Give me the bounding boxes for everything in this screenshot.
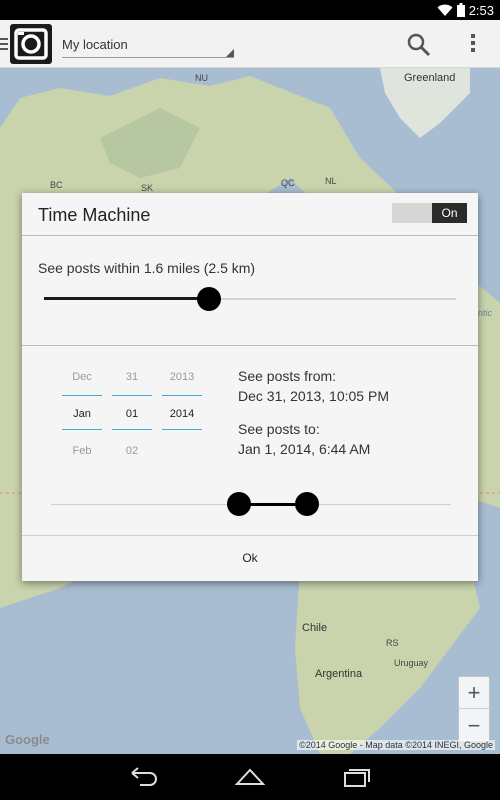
map-label-nl: NL <box>325 176 337 186</box>
dialog-title: Time Machine <box>38 205 151 225</box>
radius-slider-thumb[interactable] <box>196 287 221 311</box>
to-value: Jan 1, 2014, 6:44 AM <box>238 441 371 457</box>
location-spinner[interactable]: My location <box>62 32 234 58</box>
location-label: My location <box>62 37 128 52</box>
time-machine-dialog: Time Machine On See posts within 1.6 mil… <box>22 193 478 581</box>
month-prev[interactable]: Dec <box>62 371 102 383</box>
google-logo: Google <box>5 732 50 747</box>
radius-slider-fill <box>44 297 209 300</box>
home-icon[interactable] <box>234 764 266 790</box>
day-top-line <box>112 395 152 396</box>
year-prev[interactable]: 2013 <box>162 371 202 383</box>
search-icon[interactable] <box>406 32 432 58</box>
status-bar: 2:53 <box>0 0 500 20</box>
radius-divider <box>22 345 478 346</box>
zoom-in-button[interactable]: + <box>459 677 489 709</box>
navigation-bar <box>0 754 500 800</box>
map-label-nu: NU <box>195 73 208 83</box>
status-icons: 2:53 <box>437 0 494 20</box>
month-top-line <box>62 395 102 396</box>
time-machine-toggle[interactable]: On <box>392 203 467 223</box>
screen: 2:53 My location NU Greenland BC SK QC N… <box>0 0 500 800</box>
map-label-argentina: Argentina <box>315 668 363 680</box>
day-prev[interactable]: 31 <box>112 371 152 383</box>
status-time: 2:53 <box>468 2 494 18</box>
map-label-bc: BC <box>50 180 63 190</box>
year-top-line <box>162 395 202 396</box>
day-next[interactable]: 02 <box>112 445 152 457</box>
map-label-atlantic: ntic <box>478 308 493 318</box>
map-label-qc: QC <box>281 178 295 188</box>
map-label-rs: RS <box>386 638 399 648</box>
menu-icon[interactable] <box>0 38 8 50</box>
ok-button[interactable]: Ok <box>22 535 478 581</box>
map-label-greenland: Greenland <box>404 72 456 84</box>
overflow-menu-icon[interactable] <box>468 34 478 56</box>
time-range-start-thumb[interactable] <box>227 492 251 516</box>
map-label-sk: SK <box>141 183 154 193</box>
ok-label: Ok <box>242 551 258 565</box>
map-attribution: ©2014 Google - Map data ©2014 INEGI, Goo… <box>297 740 495 750</box>
month-current[interactable]: Jan <box>62 408 102 420</box>
back-icon[interactable] <box>128 764 158 790</box>
to-label: See posts to: <box>238 421 320 437</box>
battery-icon <box>456 3 465 17</box>
action-bar: My location <box>0 20 500 68</box>
wifi-icon <box>437 4 453 17</box>
title-divider <box>22 235 478 236</box>
day-bottom-line <box>112 429 152 430</box>
map-label-uruguay: Uruguay <box>394 658 429 668</box>
toggle-on-label: On <box>432 203 467 223</box>
day-current[interactable]: 01 <box>112 408 152 420</box>
from-value: Dec 31, 2013, 10:05 PM <box>238 388 389 404</box>
month-next[interactable]: Feb <box>62 445 102 457</box>
radius-slider[interactable] <box>44 287 456 311</box>
month-bottom-line <box>62 429 102 430</box>
recent-apps-icon[interactable] <box>342 764 372 790</box>
zoom-controls: + − <box>458 676 490 742</box>
radius-label: See posts within 1.6 miles (2.5 km) <box>38 260 256 276</box>
time-range-end-thumb[interactable] <box>295 492 319 516</box>
camera-logo-icon[interactable] <box>10 24 52 64</box>
from-label: See posts from: <box>238 368 337 384</box>
year-bottom-line <box>162 429 202 430</box>
map-label-chile: Chile <box>302 622 328 634</box>
zoom-out-button[interactable]: − <box>459 710 489 742</box>
year-current[interactable]: 2014 <box>162 408 202 420</box>
spinner-arrow-icon <box>226 49 234 57</box>
